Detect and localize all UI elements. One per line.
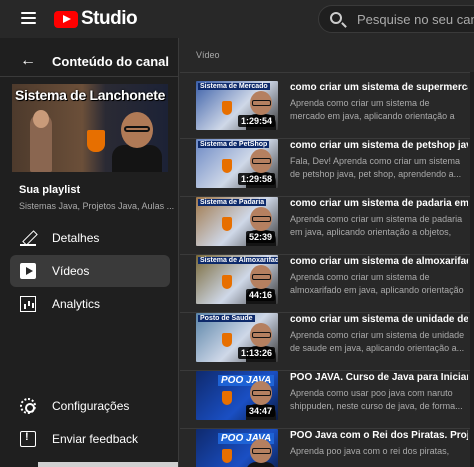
- video-description: Aprenda poo java com o rei dos piratas,: [290, 446, 450, 456]
- video-description: Fala, Dev! Aprenda como criar um sistema…: [290, 156, 462, 179]
- video-duration: 1:29:54: [237, 115, 275, 127]
- sidebar-item-analytics[interactable]: Analytics: [10, 288, 170, 320]
- divider: [0, 76, 179, 77]
- video-description: Aprenda como criar um sistema de mercado…: [290, 98, 455, 121]
- thumbnail-presenter-face: [250, 149, 272, 173]
- sidebar-item-label: Enviar feedback: [52, 432, 139, 446]
- vertical-scrollbar[interactable]: [470, 72, 474, 467]
- thumbnail-presenter-face: [250, 207, 272, 231]
- sidebar-item-label: Configurações: [52, 399, 130, 413]
- sidebar-item-label: Detalhes: [52, 231, 100, 245]
- java-cup-icon: [222, 449, 232, 463]
- video-thumbnail[interactable]: POO JAVA 34:47: [196, 371, 278, 420]
- logo-text: Studio: [81, 8, 138, 29]
- video-row[interactable]: Sistema de PetShop 1:29:58 como criar um…: [180, 135, 474, 197]
- video-description: Aprenda como criar um sistema de padaria…: [290, 214, 463, 237]
- video-row[interactable]: POO JAVA POO Java com o Rei dos Piratas.…: [180, 425, 474, 467]
- video-title[interactable]: como criar um sistema de padaria em ja..…: [290, 198, 468, 209]
- video-duration: 1:29:58: [237, 173, 275, 185]
- thumbnail-person: [30, 110, 52, 172]
- feedback-icon: [20, 431, 36, 447]
- java-cup-icon: [222, 217, 232, 231]
- sidebar-item-configuracoes[interactable]: Configurações: [10, 390, 170, 422]
- video-duration: 34:47: [245, 405, 275, 417]
- java-cup-icon: [222, 391, 232, 405]
- menu-icon[interactable]: [21, 12, 36, 25]
- video-title[interactable]: como criar um sistema de unidade de s...: [290, 314, 468, 325]
- java-cup-icon: [222, 275, 232, 289]
- sidebar-item-label: Analytics: [52, 297, 101, 311]
- video-thumbnail[interactable]: POO JAVA: [196, 429, 278, 467]
- video-description: Aprenda como criar um sistema de almoxar…: [290, 272, 464, 295]
- sidebar: ← Conteúdo do canal Sistema de Lanchonet…: [0, 38, 179, 467]
- video-list-panel: Vídeo Sistema de Mercado 1:29:54 como cr…: [180, 38, 474, 467]
- thumbnail-title: Sistema de Mercado: [198, 83, 270, 90]
- top-app-bar: Studio Pesquise no seu canal: [0, 0, 474, 38]
- playlist-thumbnail-title: Sistema de Lanchonete: [15, 87, 166, 103]
- video-duration: 52:39: [245, 231, 275, 243]
- back-row[interactable]: ← Conteúdo do canal: [0, 48, 179, 74]
- thumbnail-presenter-face: [250, 265, 272, 289]
- sidebar-item-videos[interactable]: Vídeos: [10, 255, 170, 287]
- video-thumbnail[interactable]: Posto de Saude 1:13:26: [196, 313, 278, 362]
- thumbnail-title: Sistema de Padaria: [198, 199, 267, 206]
- pencil-icon: [20, 230, 36, 246]
- youtube-play-icon: [54, 10, 78, 28]
- video-thumbnail[interactable]: Sistema de Almoxarifado 44:16: [196, 255, 278, 304]
- thumbnail-presenter: [112, 112, 162, 172]
- youtube-studio-logo[interactable]: Studio: [54, 8, 138, 30]
- java-cup-icon: [222, 333, 232, 347]
- video-thumbnail[interactable]: Sistema de Padaria 52:39: [196, 197, 278, 246]
- analytics-icon: [20, 296, 36, 312]
- thumbnail-presenter-face: [250, 91, 272, 115]
- sidebar-item-feedback[interactable]: Enviar feedback: [10, 423, 170, 455]
- video-title[interactable]: como criar um sistema de almoxarifado ..…: [290, 256, 468, 267]
- thumbnail-presenter-face: [250, 381, 272, 405]
- video-description: Aprenda como usar poo java com naruto sh…: [290, 388, 463, 411]
- thumbnail-title: Sistema de Almoxarifado: [198, 257, 278, 264]
- sidebar-item-label: Vídeos: [52, 264, 90, 278]
- video-thumbnail[interactable]: Sistema de Mercado 1:29:54: [196, 81, 278, 130]
- java-cup-icon: [87, 130, 105, 152]
- search-box[interactable]: Pesquise no seu canal: [318, 5, 474, 33]
- video-row[interactable]: Posto de Saude 1:13:26 como criar um sis…: [180, 309, 474, 371]
- playlist-label: Sua playlist: [19, 184, 81, 196]
- video-title[interactable]: POO Java com o Rei dos Piratas. Projeto.…: [290, 430, 468, 441]
- thumbnail-title: Sistema de PetShop: [198, 141, 270, 148]
- video-title[interactable]: como criar um sistema de petshop java?..…: [290, 140, 468, 151]
- video-duration: 44:16: [245, 289, 275, 301]
- column-header-video[interactable]: Vídeo: [196, 50, 220, 60]
- playlist-description: Sistemas Java, Projetos Java, Aulas ...: [19, 201, 175, 211]
- video-title[interactable]: POO JAVA. Curso de Java para Iniciante..…: [290, 372, 468, 383]
- playlist-thumbnail[interactable]: Sistema de Lanchonete: [12, 84, 168, 172]
- thumbnail-title: Posto de Saude: [198, 315, 255, 322]
- video-row[interactable]: Sistema de Almoxarifado 44:16 como criar…: [180, 251, 474, 313]
- sidebar-title: Conteúdo do canal: [52, 54, 169, 69]
- java-cup-icon: [222, 101, 232, 115]
- videos-icon: [20, 263, 36, 279]
- gear-icon: [20, 398, 36, 414]
- video-thumbnail[interactable]: Sistema de PetShop 1:29:58: [196, 139, 278, 188]
- search-input[interactable]: Pesquise no seu canal: [357, 12, 474, 27]
- horizontal-scrollbar[interactable]: [38, 462, 178, 467]
- java-cup-icon: [222, 159, 232, 173]
- divider: [180, 72, 474, 73]
- search-icon[interactable]: [330, 12, 342, 24]
- video-title[interactable]: como criar um sistema de supermercad...: [290, 82, 468, 93]
- back-arrow-icon[interactable]: ←: [20, 53, 36, 69]
- video-row[interactable]: POO JAVA 34:47 POO JAVA. Curso de Java p…: [180, 367, 474, 429]
- video-duration: 1:13:26: [237, 347, 275, 359]
- thumbnail-presenter-face: [250, 323, 272, 347]
- video-description: Aprenda como criar um sistema de unidade…: [290, 330, 465, 353]
- video-row[interactable]: Sistema de Padaria 52:39 como criar um s…: [180, 193, 474, 255]
- sidebar-item-detalhes[interactable]: Detalhes: [10, 222, 170, 254]
- thumbnail-presenter-face: [250, 439, 272, 463]
- video-row[interactable]: Sistema de Mercado 1:29:54 como criar um…: [180, 77, 474, 139]
